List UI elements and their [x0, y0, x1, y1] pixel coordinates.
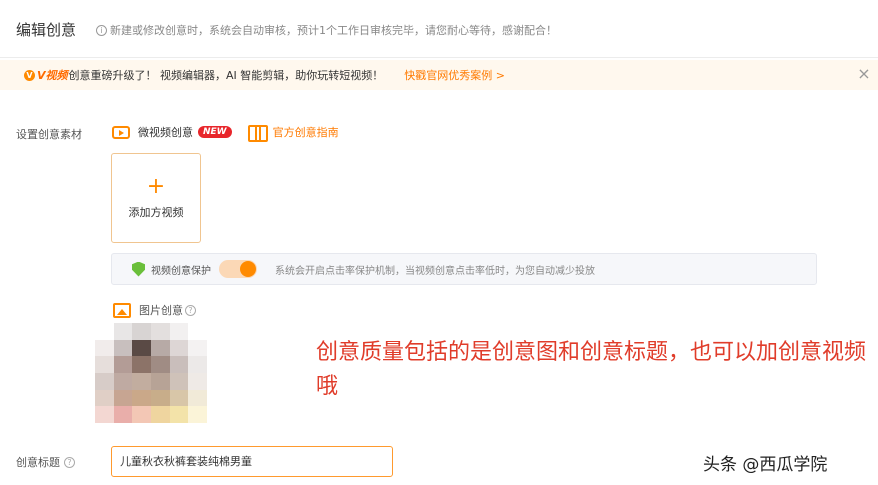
mosaic-cell [169, 406, 189, 423]
info-icon: i [96, 24, 107, 36]
mosaic-cell [150, 389, 170, 407]
mosaic-cell [113, 339, 133, 357]
banner-cases-link[interactable]: 快戳官网优秀案例 > [404, 67, 505, 83]
mosaic-cell [113, 323, 133, 340]
material-label: 设置创意素材 [16, 128, 82, 141]
help-icon[interactable]: ? [185, 304, 196, 316]
mosaic-cell [113, 389, 133, 407]
video-icon [112, 125, 130, 139]
mosaic-cell [150, 406, 170, 423]
review-hint-text: 新建或修改创意时，系统会自动审核，预计1个工作日审核完毕，请您耐心等待，感谢配合… [110, 24, 557, 37]
mosaic-cell [169, 323, 189, 340]
video-protection-bar: 视频创意保护 系统会开启点击率保护机制，当视频创意点击率低时，为您自动减少投放 [111, 253, 817, 285]
creative-title-input[interactable]: 儿童秋衣秋裤套装纯棉男童 [111, 446, 393, 477]
mosaic-cell [150, 323, 170, 340]
mosaic-cell [188, 406, 207, 423]
title-label: 创意标题 ? [16, 454, 75, 470]
mosaic-cell [188, 389, 207, 407]
mosaic-cell [95, 372, 114, 390]
mosaic-cell [95, 339, 114, 357]
mosaic-cell [113, 372, 133, 390]
annotation-text: 创意质量包括的是创意图和创意标题，也可以加创意视频哦 [316, 340, 867, 399]
title-help-icon[interactable]: ? [64, 456, 75, 468]
mosaic-cell [169, 356, 189, 373]
page-header: 编辑创意 i 新建或修改创意时，系统会自动审核，预计1个工作日审核完毕，请您耐心… [0, 0, 878, 58]
mosaic-cell [132, 406, 151, 423]
mosaic-cell [188, 339, 207, 357]
new-badge: NEW [198, 126, 232, 138]
mosaic-cell [113, 406, 133, 423]
image-creative-label: 图片创意 [139, 304, 183, 317]
mosaic-cell [132, 356, 151, 373]
mosaic-cell [95, 323, 114, 340]
video-protection-description: 系统会开启点击率保护机制，当视频创意点击率低时，为您自动减少投放 [275, 265, 595, 277]
watermark: 头条 @西瓜学院 [703, 455, 828, 475]
mosaic-cell [132, 323, 151, 340]
mosaic-cell [132, 389, 151, 407]
image-icon [113, 302, 131, 318]
vvideo-logo-icon: V [24, 69, 35, 81]
material-tabs: 微视频创意 NEW 官方创意指南 [112, 124, 339, 142]
tab-micro-video[interactable]: 微视频创意 [138, 124, 193, 140]
add-video-button[interactable]: + 添加方视频 [111, 153, 201, 243]
add-video-label: 添加方视频 [128, 206, 184, 219]
book-icon [247, 124, 268, 142]
mosaic-cell [169, 372, 189, 390]
banner-close-icon[interactable]: × [856, 65, 872, 83]
banner-message: 创意重磅升级了！ 视频编辑器，AI 智能剪辑，助你玩转短视频！ [68, 69, 384, 82]
plus-icon: + [146, 174, 166, 199]
vvideo-logo-text: V视频 [37, 69, 68, 82]
mosaic-cell [169, 389, 189, 407]
mosaic-cell [150, 372, 170, 390]
image-creative-header: 图片创意 ? [113, 302, 196, 318]
mosaic-cell [95, 389, 114, 407]
promo-banner: V V视频 创意重磅升级了！ 视频编辑器，AI 智能剪辑，助你玩转短视频！ 快戳… [0, 60, 878, 90]
mosaic-cell [113, 356, 133, 373]
toggle-knob [240, 261, 256, 277]
mosaic-cell [95, 406, 114, 423]
mosaic-cell [150, 339, 170, 357]
video-protection-label: 视频创意保护 [151, 265, 211, 277]
page-title: 编辑创意 [16, 21, 77, 39]
mosaic-cell [132, 372, 151, 390]
mosaic-cell [95, 356, 114, 373]
mosaic-cell [169, 339, 189, 357]
mosaic-cell [188, 356, 207, 373]
creative-image-thumbnail[interactable] [95, 323, 207, 423]
mosaic-cell [150, 356, 170, 373]
review-hint: i 新建或修改创意时，系统会自动审核，预计1个工作日审核完毕，请您耐心等待，感谢… [96, 22, 557, 38]
video-protection-toggle[interactable] [219, 260, 257, 278]
shield-icon [132, 261, 145, 277]
creative-guide-link[interactable]: 官方创意指南 [273, 124, 339, 140]
mosaic-cell [188, 372, 207, 390]
title-label-text: 创意标题 [16, 456, 60, 469]
mosaic-cell [188, 323, 207, 340]
vvideo-logo: V V视频 [24, 67, 68, 83]
mosaic-cell [132, 339, 151, 357]
